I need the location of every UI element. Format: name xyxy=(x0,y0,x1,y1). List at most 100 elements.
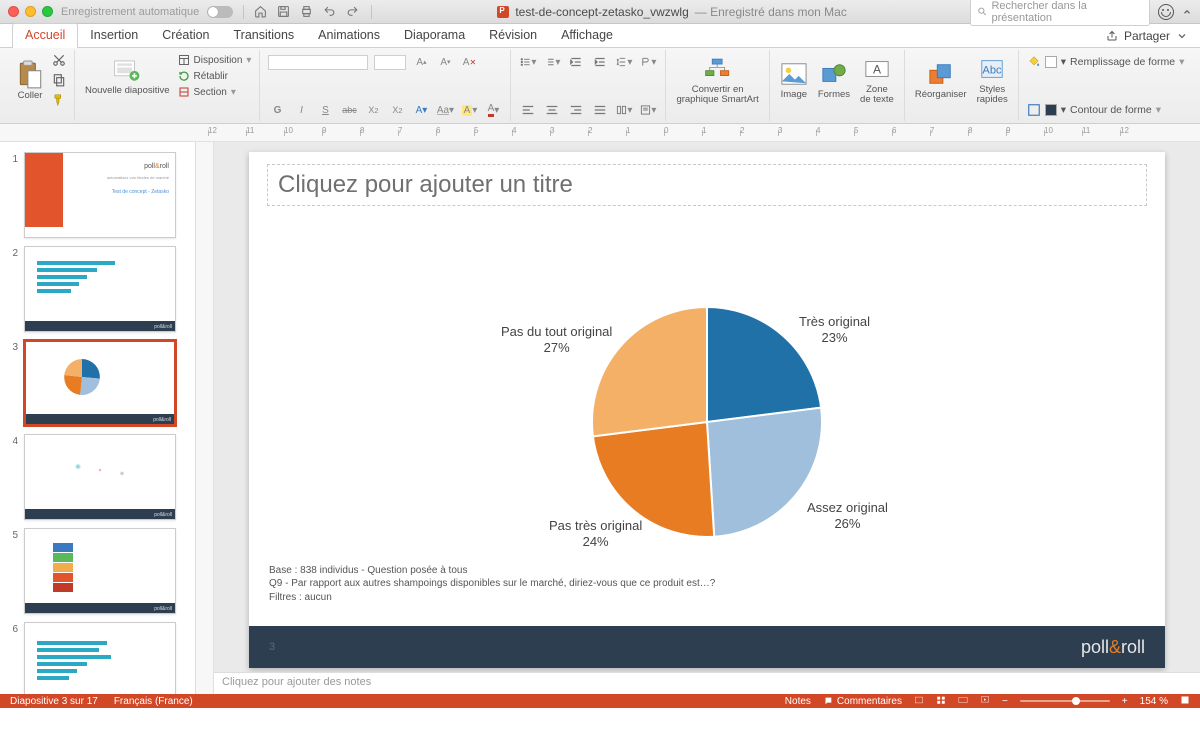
search-input[interactable]: Rechercher dans la présentation xyxy=(970,0,1150,26)
decrease-font-icon[interactable]: A▾ xyxy=(436,53,454,71)
undo-icon[interactable] xyxy=(323,5,336,18)
zoom-level[interactable]: 154 % xyxy=(1140,696,1168,707)
tab-insert[interactable]: Insertion xyxy=(78,24,150,47)
char-spacing-icon[interactable]: A̲a̲▾ xyxy=(436,101,454,119)
zoom-in-button[interactable]: + xyxy=(1122,696,1128,707)
group-font: A▴ A▾ A✕ G I S abc X2 X2 A▾ A̲a̲▾ A▾ A▾ xyxy=(260,50,511,121)
tab-slideshow[interactable]: Diaporama xyxy=(392,24,477,47)
slide: Cliquez pour ajouter un titre Très origi… xyxy=(249,152,1165,668)
autosave-toggle[interactable] xyxy=(207,6,233,18)
title-placeholder[interactable]: Cliquez pour ajouter un titre xyxy=(267,164,1147,206)
font-size-select[interactable] xyxy=(374,55,406,70)
strike-button[interactable]: abc xyxy=(340,101,358,119)
font-color-icon[interactable]: A▾ xyxy=(484,101,502,119)
tab-animations[interactable]: Animations xyxy=(306,24,392,47)
text-effect-icon[interactable]: A▾ xyxy=(412,101,430,119)
section-button[interactable]: Section ▾ xyxy=(178,85,252,99)
pie-label-tl: Pas du tout original27% xyxy=(501,324,612,357)
columns-icon[interactable]: ▾ xyxy=(615,101,633,119)
shape-fill-button[interactable]: ▾ Remplissage de forme ▾ xyxy=(1027,53,1185,71)
new-slide-button[interactable]: Nouvelle diapositive xyxy=(83,54,172,98)
text-direction-icon[interactable]: ▾ xyxy=(639,53,657,71)
notes-pane[interactable]: Cliquez pour ajouter des notes xyxy=(214,672,1200,694)
minimize-button[interactable] xyxy=(25,6,36,17)
arrange-button[interactable]: Réorganiser xyxy=(913,58,969,102)
thumbnail-2[interactable]: poll&roll xyxy=(24,246,176,332)
smartart-button[interactable]: Convertir engraphique SmartArt xyxy=(674,53,760,108)
layout-button[interactable]: Disposition ▾ xyxy=(178,53,252,67)
group-smartart: Convertir engraphique SmartArt xyxy=(666,50,769,121)
collapse-ribbon-icon[interactable] xyxy=(1182,7,1192,17)
status-notes-button[interactable]: Notes xyxy=(771,696,811,707)
view-reading-icon[interactable] xyxy=(958,695,968,708)
textbox-button[interactable]: AZonede texte xyxy=(858,53,896,108)
redo-icon[interactable] xyxy=(346,5,359,18)
home-icon[interactable] xyxy=(254,5,267,18)
view-normal-icon[interactable] xyxy=(914,695,924,708)
image-button[interactable]: Image xyxy=(778,58,810,102)
outdent-icon[interactable] xyxy=(567,53,585,71)
paste-button[interactable]: Coller xyxy=(14,59,46,103)
view-sorter-icon[interactable] xyxy=(936,695,946,708)
justify-icon[interactable] xyxy=(591,101,609,119)
align-text-icon[interactable]: ▾ xyxy=(639,101,657,119)
thumbnail-3[interactable]: poll&roll xyxy=(24,340,176,426)
align-center-icon[interactable] xyxy=(543,101,561,119)
status-language[interactable]: Français (France) xyxy=(114,696,193,707)
ribbon-tabs: Accueil Insertion Création Transitions A… xyxy=(0,24,1200,48)
tab-design[interactable]: Création xyxy=(150,24,221,47)
thumbnail-4[interactable]: poll&roll xyxy=(24,434,176,520)
view-slideshow-icon[interactable] xyxy=(980,695,990,708)
copy-icon[interactable] xyxy=(52,73,66,90)
status-comments-button[interactable]: Commentaires xyxy=(823,696,902,707)
search-icon xyxy=(977,6,987,17)
document-saved-state: — Enregistré dans mon Mac xyxy=(695,5,847,19)
slide-footer-text: Base : 838 individus - Question posée à … xyxy=(269,564,715,605)
pie-label-bl: Pas très original24% xyxy=(549,518,642,551)
ribbon: Coller Nouvelle diapositive Disposition … xyxy=(0,48,1200,124)
print-icon[interactable] xyxy=(300,5,313,18)
feedback-icon[interactable] xyxy=(1158,4,1174,20)
thumbnail-5[interactable]: poll&roll xyxy=(24,528,176,614)
pie-chart[interactable] xyxy=(587,302,827,545)
thumbnail-1[interactable]: poll&rollautomatisez vos études de march… xyxy=(24,152,176,238)
save-icon[interactable] xyxy=(277,5,290,18)
search-placeholder: Rechercher dans la présentation xyxy=(991,0,1143,24)
share-icon xyxy=(1106,30,1118,42)
cut-icon[interactable] xyxy=(52,53,66,70)
format-painter-icon[interactable] xyxy=(52,93,66,110)
highlight-icon[interactable]: A▾ xyxy=(460,101,478,119)
thumbnail-panel[interactable]: 1poll&rollautomatisez vos études de marc… xyxy=(0,142,196,694)
tab-home[interactable]: Accueil xyxy=(12,23,78,47)
shape-outline-button[interactable]: ▾ Contour de forme ▾ xyxy=(1027,101,1161,119)
reset-button[interactable]: Rétablir xyxy=(178,69,252,83)
slide-canvas[interactable]: Cliquez pour ajouter un titre Très origi… xyxy=(214,142,1200,672)
align-right-icon[interactable] xyxy=(567,101,585,119)
increase-font-icon[interactable]: A▴ xyxy=(412,53,430,71)
chevron-down-icon[interactable] xyxy=(1176,30,1188,42)
numbering-icon[interactable]: ▾ xyxy=(543,53,561,71)
superscript-button[interactable]: X2 xyxy=(364,101,382,119)
bullets-icon[interactable]: ▾ xyxy=(519,53,537,71)
italic-button[interactable]: I xyxy=(292,101,310,119)
quick-styles-button[interactable]: AbcStylesrapides xyxy=(975,53,1010,108)
align-left-icon[interactable] xyxy=(519,101,537,119)
subscript-button[interactable]: X2 xyxy=(388,101,406,119)
indent-icon[interactable] xyxy=(591,53,609,71)
underline-button[interactable]: S xyxy=(316,101,334,119)
share-button[interactable]: Partager xyxy=(1124,29,1170,43)
tab-view[interactable]: Affichage xyxy=(549,24,625,47)
zoom-out-button[interactable]: − xyxy=(1002,696,1008,707)
tab-review[interactable]: Révision xyxy=(477,24,549,47)
tab-transitions[interactable]: Transitions xyxy=(222,24,307,47)
fit-window-icon[interactable] xyxy=(1180,695,1190,708)
zoom-slider[interactable] xyxy=(1020,700,1110,702)
clear-format-icon[interactable]: A✕ xyxy=(460,53,478,71)
font-family-select[interactable] xyxy=(268,55,368,70)
line-spacing-icon[interactable]: ▾ xyxy=(615,53,633,71)
shapes-button[interactable]: Formes xyxy=(816,58,852,102)
bold-button[interactable]: G xyxy=(268,101,286,119)
close-button[interactable] xyxy=(8,6,19,17)
maximize-button[interactable] xyxy=(42,6,53,17)
thumbnail-6[interactable]: poll&roll xyxy=(24,622,176,694)
